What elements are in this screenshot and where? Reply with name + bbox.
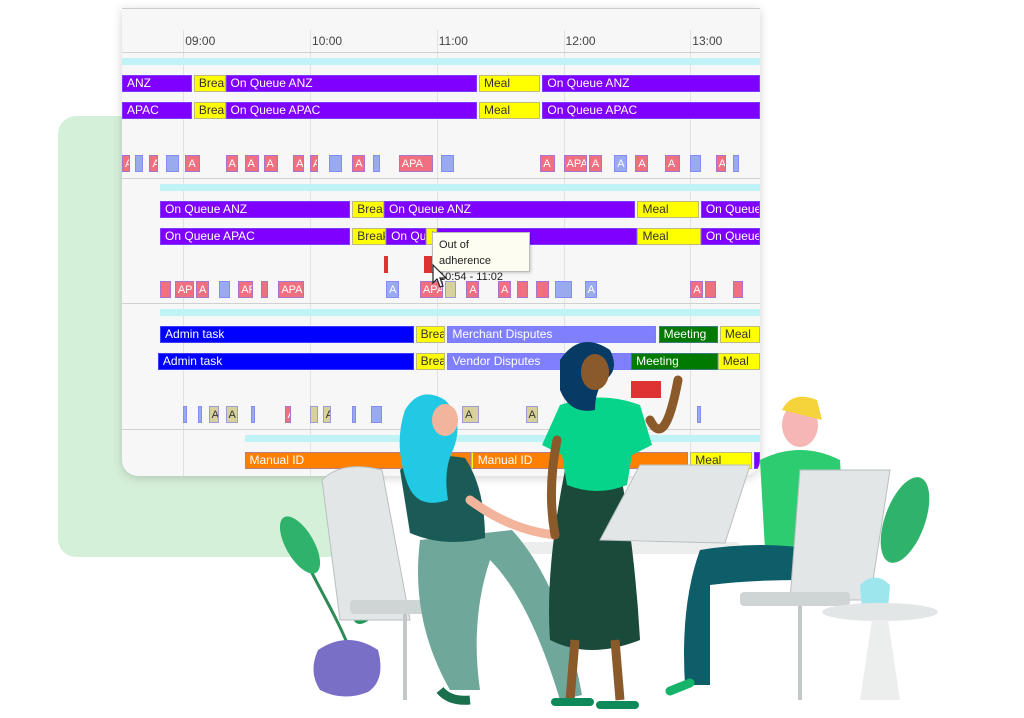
team-illustration <box>279 342 938 709</box>
